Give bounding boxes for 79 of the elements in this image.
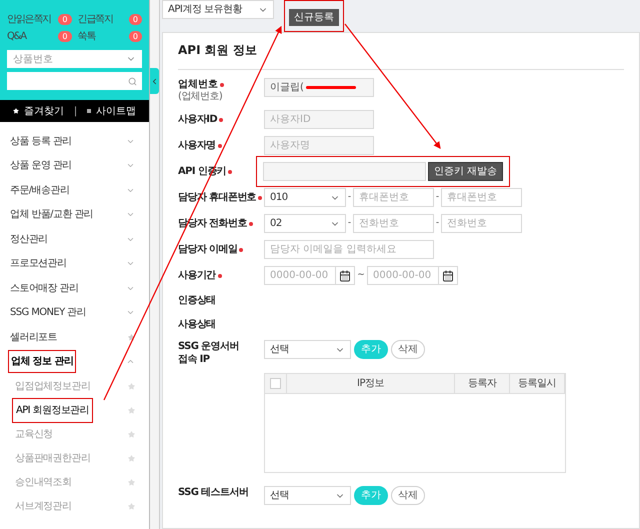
delete-button[interactable]: 삭제 xyxy=(391,340,425,359)
calendar-button[interactable] xyxy=(336,266,355,285)
field-label: 사용상태 xyxy=(178,318,216,331)
square-icon xyxy=(87,109,92,113)
server-select[interactable]: 선택 xyxy=(264,486,351,505)
tilde: ~ xyxy=(356,268,366,282)
field-label: SSG 운영서버 접속 IP xyxy=(178,340,239,366)
calendar-icon xyxy=(339,270,351,282)
column-header: 등록일시 xyxy=(510,374,565,393)
prefix-select[interactable]: 010 xyxy=(264,188,346,207)
number-field[interactable]: 전화번호 xyxy=(441,214,522,233)
menu-item[interactable]: 상품 운영 관리 xyxy=(0,154,149,178)
star-icon xyxy=(128,382,135,390)
count-badge: 0 xyxy=(128,31,142,42)
resend-key-button[interactable]: 인증키 재발송 xyxy=(428,162,504,181)
field-label: 사용자명 xyxy=(178,139,216,152)
api-key-field[interactable] xyxy=(263,162,426,181)
redaction-scribble xyxy=(306,86,356,89)
collapse-tab[interactable] xyxy=(150,68,159,94)
field-label: 인증상태 xyxy=(178,294,216,307)
prefix-select[interactable]: 02 xyxy=(264,214,346,233)
favorites-link[interactable]: 즐겨찾기 xyxy=(12,104,64,118)
column-header: IP정보 xyxy=(287,374,455,393)
account-select[interactable]: API계정 보유현황 xyxy=(162,0,274,19)
sitemap-link[interactable]: 사이트맵 xyxy=(87,104,136,118)
date-field[interactable]: 0000-00-00 xyxy=(367,266,439,285)
menu-item[interactable]: SSG MONEY 관리 xyxy=(0,300,149,325)
date-field[interactable]: 0000-00-00 xyxy=(264,266,336,285)
star-icon xyxy=(128,430,135,438)
star-icon xyxy=(128,478,135,486)
count-badge: 0 xyxy=(58,31,72,42)
column-header: 등록자 xyxy=(455,374,510,393)
field-sublabel: (업체번호) xyxy=(178,91,224,103)
menu-item[interactable]: 상품 등록 관리 xyxy=(0,129,149,154)
star-icon xyxy=(128,454,135,462)
form-title: API 회원 정보 xyxy=(178,33,624,70)
counter-label: 긴급쪽지 xyxy=(78,13,113,27)
user-name-field[interactable]: 사용자명 xyxy=(264,136,374,155)
field-label: SSG 테스트서버 xyxy=(178,486,248,499)
number-field[interactable]: 휴대폰번호 xyxy=(441,188,522,207)
number-field[interactable]: 전화번호 xyxy=(353,214,434,233)
field-label: 사용자ID xyxy=(178,113,218,126)
user-id-field[interactable]: 사용자ID xyxy=(264,110,374,129)
chevron-left-icon xyxy=(150,76,159,86)
dash: - xyxy=(346,216,352,230)
menu-item[interactable]: 프로모션관리 xyxy=(0,252,149,276)
menu-item[interactable]: 주문/배송관리 xyxy=(0,178,149,202)
calendar-button[interactable] xyxy=(439,266,458,285)
calendar-icon xyxy=(442,270,454,282)
count-badge: 0 xyxy=(128,14,142,25)
server-select[interactable]: 선택 xyxy=(264,340,351,359)
delete-button[interactable]: 삭제 xyxy=(391,486,425,505)
field-label: 업체번호 xyxy=(178,78,218,91)
star-icon xyxy=(12,108,19,114)
menu-item[interactable]: 업체 반품/교환 관리 xyxy=(0,202,149,227)
counter-label: 쑥톡 xyxy=(78,30,96,44)
dash: - xyxy=(434,190,440,204)
number-field[interactable]: 휴대폰번호 xyxy=(353,188,434,207)
menu-item[interactable]: 업체 정보 관리 xyxy=(0,350,149,374)
menu-item[interactable]: 정산관리 xyxy=(0,227,149,252)
star-icon xyxy=(128,502,135,510)
search-icon xyxy=(128,76,137,86)
count-badge: 0 xyxy=(58,14,72,25)
new-registration-button[interactable]: 신규등록 xyxy=(289,9,339,26)
menu-item[interactable]: 스토어매장 관리 xyxy=(0,276,149,300)
field-label: 사용기간 xyxy=(178,269,216,282)
separator: | xyxy=(74,104,78,118)
dash: - xyxy=(346,190,352,204)
field-label: 담당자 이메일 xyxy=(178,243,238,256)
star-icon xyxy=(128,406,135,414)
email-field[interactable]: 담당자 이메일을 입력하세요 xyxy=(264,240,434,259)
select-all-checkbox[interactable] xyxy=(270,378,281,389)
search-field[interactable] xyxy=(7,72,142,90)
menu-item[interactable]: 셀러리포트 xyxy=(0,325,149,350)
dash: - xyxy=(434,216,440,230)
counter-label: 안읽은쪽지 xyxy=(7,13,52,27)
field-value: 이글립( xyxy=(270,81,304,95)
counter-label: Q&A xyxy=(7,30,26,44)
star-icon xyxy=(128,334,135,341)
